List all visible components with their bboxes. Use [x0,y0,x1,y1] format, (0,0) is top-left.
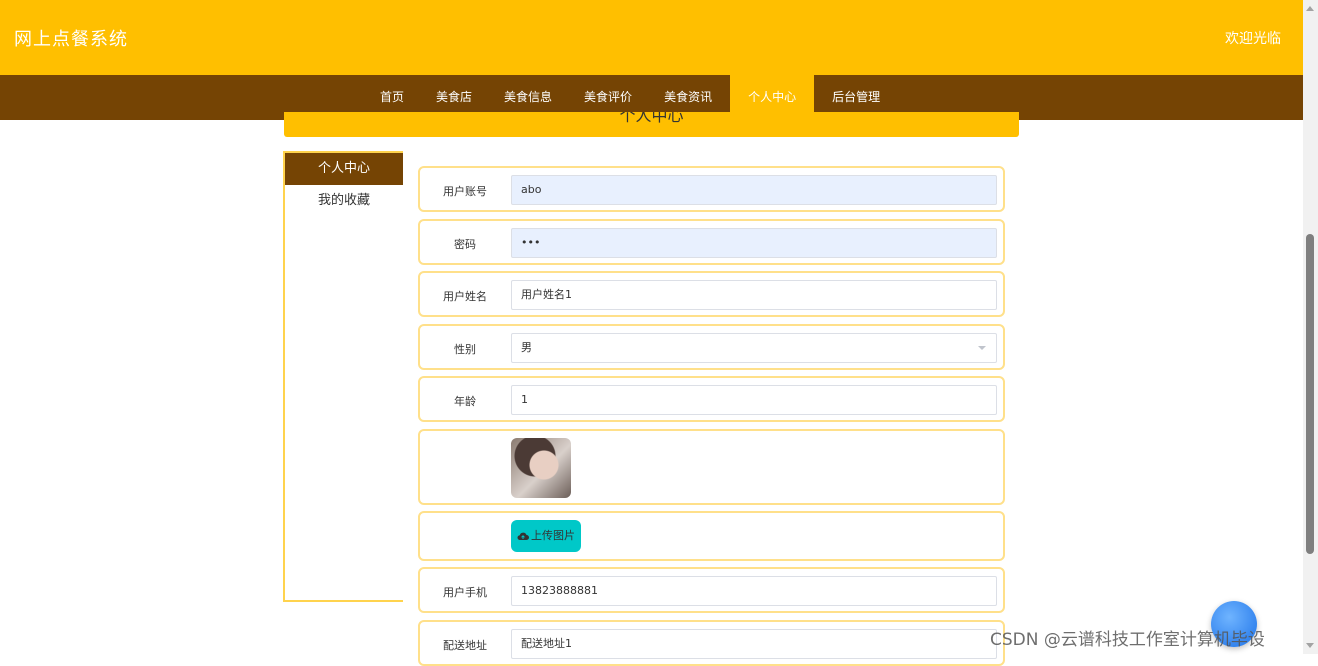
password-label: 密码 [454,238,476,251]
welcome-text: 欢迎光临 [1225,31,1281,47]
scroll-up-arrow-icon[interactable] [1306,6,1314,11]
phone-input[interactable]: 13823888881 [511,576,997,606]
form-row-upload: 上传图片 [418,511,1005,561]
form-row-avatar [418,429,1005,505]
form-row-account: 用户账号 abo [418,166,1005,212]
sidebar-item-favorites[interactable]: 我的收藏 [285,185,403,217]
gender-label: 性别 [454,343,476,356]
gender-value: 男 [521,341,532,354]
password-input[interactable]: ••• [511,228,997,258]
name-input[interactable]: 用户姓名1 [511,280,997,310]
form-row-phone: 用户手机 13823888881 [418,567,1005,613]
address-label: 配送地址 [443,639,487,652]
upload-image-button[interactable]: 上传图片 [511,520,581,552]
avatar-image [511,438,571,498]
age-input[interactable]: 1 [511,385,997,415]
form-row-address: 配送地址 配送地址1 [418,620,1005,666]
account-input[interactable]: abo [511,175,997,205]
address-input[interactable]: 配送地址1 [511,629,997,659]
phone-label: 用户手机 [443,586,487,599]
gender-select[interactable]: 男 [511,333,997,363]
sidebar: 个人中心 我的收藏 [283,151,403,602]
form-row-age: 年龄 1 [418,376,1005,422]
section-banner: 个人中心 [284,112,1019,137]
upload-image-label: 上传图片 [531,529,575,542]
name-label: 用户姓名 [443,290,487,303]
top-header: 网上点餐系统 欢迎光临 [0,0,1303,75]
watermark-text: CSDN @云谱科技工作室计算机毕设 [990,630,1265,650]
account-label: 用户账号 [443,185,487,198]
cloud-upload-icon [517,532,529,541]
page-scrollbar-thumb[interactable] [1306,234,1314,554]
site-title: 网上点餐系统 [14,29,128,50]
scroll-down-arrow-icon[interactable] [1306,643,1314,648]
section-title: 个人中心 [619,112,684,125]
form-row-password: 密码 ••• [418,219,1005,265]
sidebar-item-personal-center[interactable]: 个人中心 [285,153,403,185]
age-label: 年龄 [454,395,476,408]
form-row-name: 用户姓名 用户姓名1 [418,271,1005,317]
chevron-down-icon [978,346,986,350]
form-row-gender: 性别 男 [418,324,1005,370]
